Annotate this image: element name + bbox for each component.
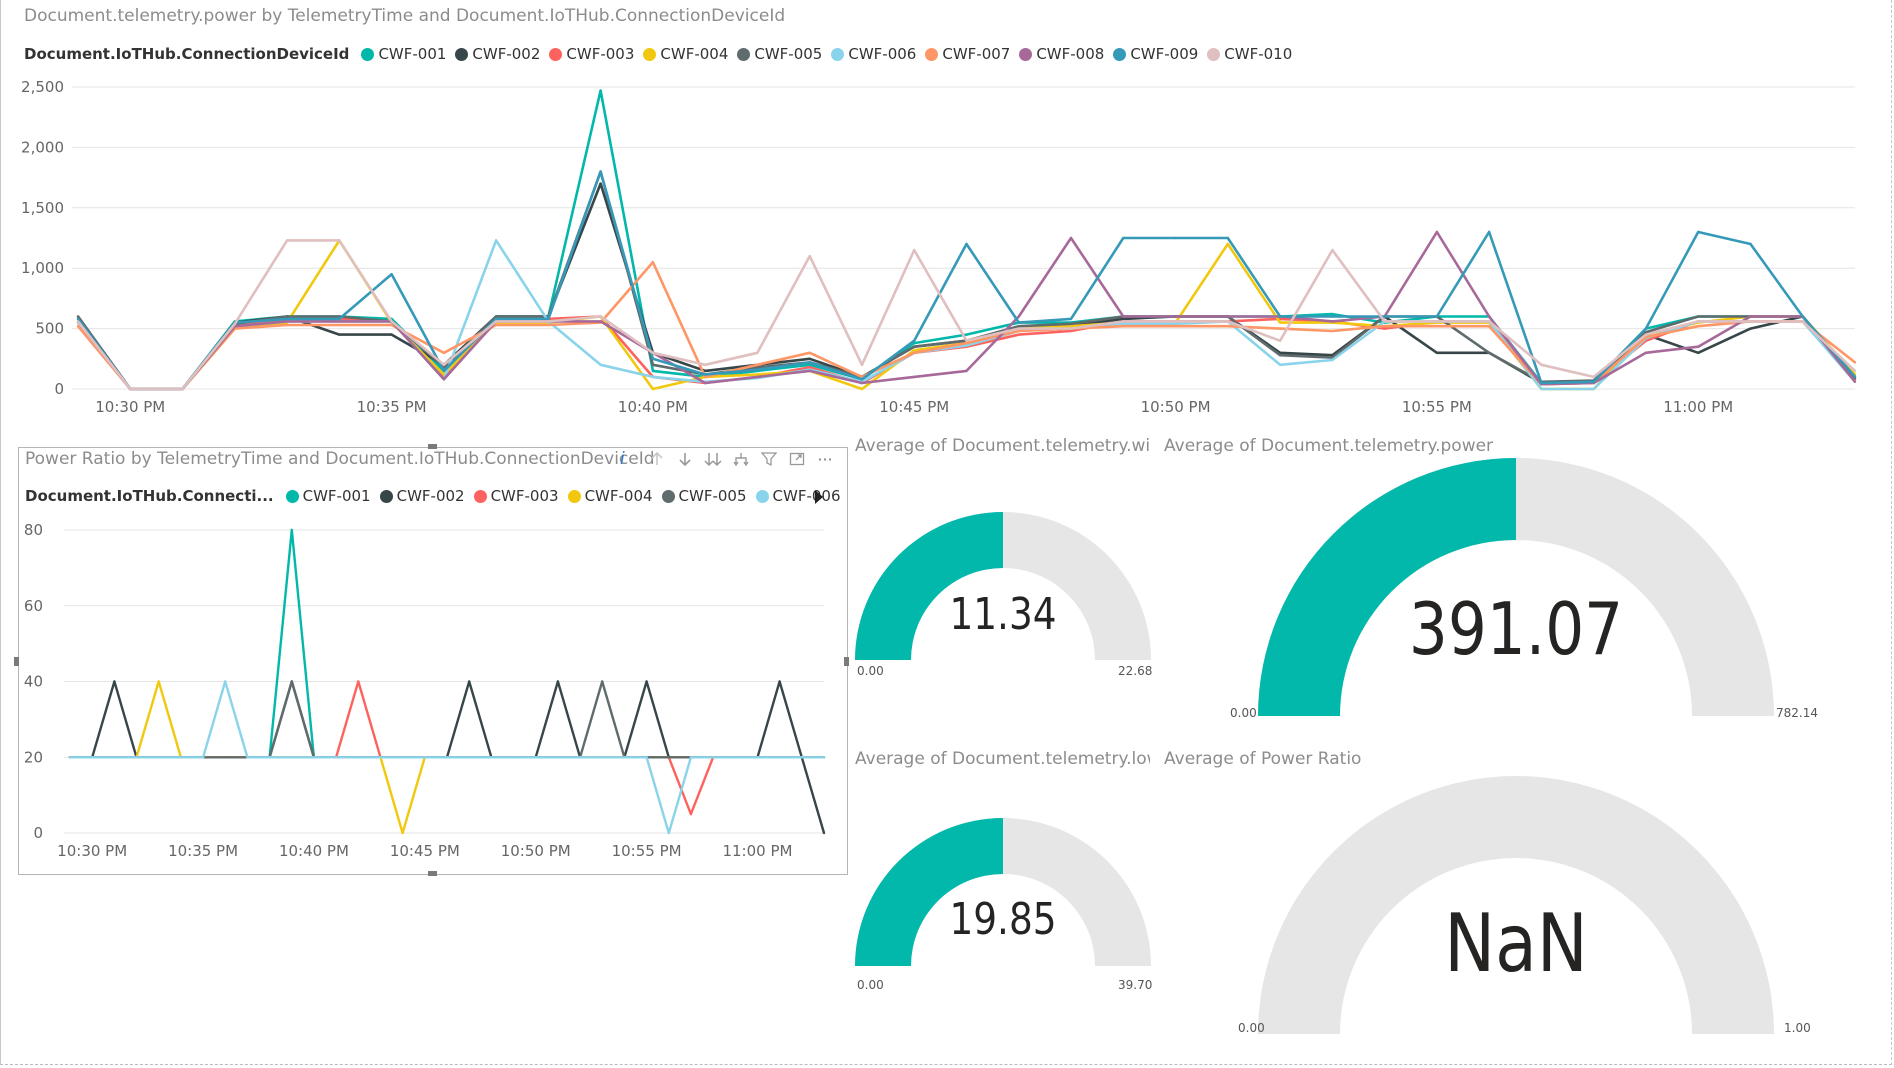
gauge-min-label: 0.00	[1238, 1021, 1265, 1035]
gauge-max-label: 1.00	[1784, 1021, 1811, 1035]
gauge-value: NaN	[1444, 897, 1588, 990]
